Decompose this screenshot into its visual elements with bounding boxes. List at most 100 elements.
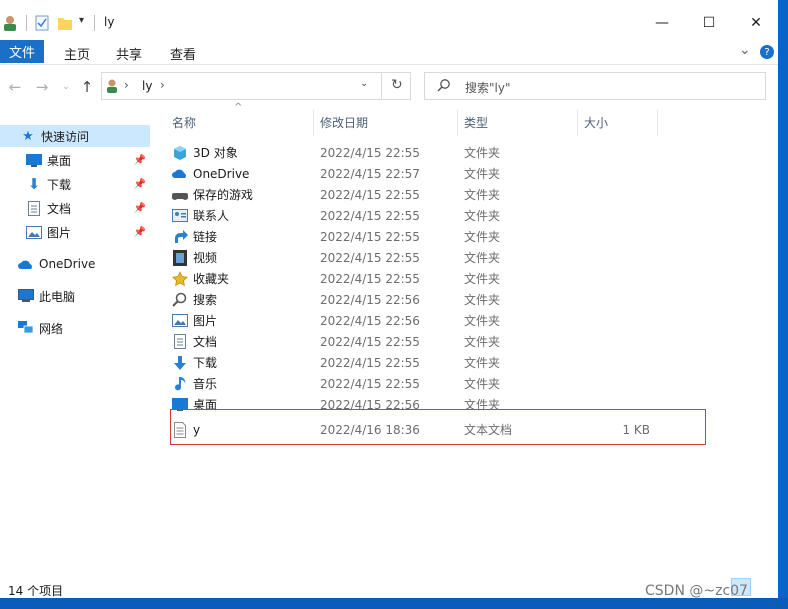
tab-home[interactable]: 主页 — [64, 44, 90, 63]
separator — [26, 15, 27, 31]
file-name-cell: 音乐 — [172, 373, 217, 394]
column-divider[interactable] — [657, 110, 658, 136]
file-row[interactable]: 音乐 2022/4/15 22:55 文件夹 — [166, 373, 706, 394]
sidebar-item-quick-access[interactable]: ★ 快速访问 — [0, 125, 150, 147]
tab-share[interactable]: 共享 — [116, 44, 142, 63]
sidebar-item-onedrive[interactable]: OneDrive — [0, 253, 150, 275]
file-tab[interactable]: 文件 — [0, 40, 44, 63]
help-icon[interactable]: ? — [760, 45, 774, 59]
file-name: 文档 — [193, 335, 218, 349]
file-size — [586, 226, 650, 247]
download-icon — [172, 355, 188, 371]
file-date: 2022/4/15 22:56 — [320, 313, 420, 328]
file-name: 保存的游戏 — [193, 188, 254, 202]
file-row[interactable]: 搜索 2022/4/15 22:56 文件夹 — [166, 289, 706, 310]
file-row[interactable]: 收藏夹 2022/4/15 22:55 文件夹 — [166, 268, 706, 289]
file-size — [586, 142, 650, 163]
column-header-date[interactable]: 修改日期 — [320, 110, 368, 134]
properties-icon[interactable] — [35, 15, 49, 34]
file-name: 收藏夹 — [193, 272, 230, 286]
file-name-cell: 链接 — [172, 226, 217, 247]
file-type: 文件夹 — [464, 356, 501, 370]
item-count: 14 个项目 — [8, 584, 64, 598]
document-icon — [172, 334, 188, 350]
sidebar-item-network[interactable]: 网络 — [0, 317, 150, 339]
address-dropdown-icon[interactable]: ⌄ — [360, 78, 368, 89]
back-icon[interactable]: ← — [4, 76, 26, 98]
customize-toolbar-icon[interactable]: ▾ — [79, 15, 84, 26]
close-button[interactable]: ✕ — [734, 10, 778, 36]
file-type: 文件夹 — [464, 251, 501, 265]
column-header-size[interactable]: 大小 — [584, 110, 608, 134]
file-row[interactable]: OneDrive 2022/4/15 22:57 文件夹 — [166, 163, 706, 184]
file-row[interactable]: 图片 2022/4/15 22:56 文件夹 — [166, 310, 706, 331]
file-type: 文件夹 — [464, 272, 501, 286]
breadcrumb-ly[interactable]: ly — [142, 79, 152, 93]
large-icons-view-button[interactable] — [753, 578, 773, 596]
new-folder-icon[interactable] — [57, 15, 73, 34]
pin-icon[interactable]: 📌 — [134, 179, 146, 190]
favorites-icon — [172, 270, 188, 287]
pictures-icon — [26, 224, 42, 240]
breadcrumb-separator[interactable]: › — [124, 78, 129, 92]
column-divider[interactable] — [457, 110, 458, 136]
watermark: CSDN @~zc07 — [645, 583, 748, 599]
column-divider[interactable] — [313, 110, 314, 136]
sidebar-item-label: 文档 — [47, 201, 72, 216]
maximize-button[interactable]: ☐ — [687, 10, 731, 36]
sidebar-item-pictures[interactable]: 图片 📌 — [0, 221, 150, 243]
file-date: 2022/4/15 22:55 — [320, 229, 420, 244]
file-name: 音乐 — [193, 377, 218, 391]
file-row[interactable]: 联系人 2022/4/15 22:55 文件夹 — [166, 205, 706, 226]
pin-icon[interactable]: 📌 — [134, 227, 146, 238]
forward-icon[interactable]: → — [31, 76, 53, 98]
file-size — [586, 310, 650, 331]
file-name: OneDrive — [193, 166, 250, 181]
pin-icon[interactable]: 📌 — [134, 155, 146, 166]
file-name-cell: 下载 — [172, 352, 217, 373]
tab-view[interactable]: 查看 — [170, 44, 196, 63]
sort-ascending-icon: ^ — [234, 102, 243, 113]
file-type: 文件夹 — [464, 293, 501, 307]
ribbon-expand-icon[interactable]: ⌄ — [739, 42, 751, 58]
sidebar-item-desktop[interactable]: 桌面 📌 — [0, 149, 150, 171]
pin-icon[interactable]: 📌 — [134, 203, 146, 214]
file-row[interactable]: 3D 对象 2022/4/15 22:55 文件夹 — [166, 142, 706, 163]
sidebar-item-documents[interactable]: 文档 📌 — [0, 197, 150, 219]
taskbar-edge — [0, 598, 788, 609]
breadcrumb-separator[interactable]: › — [160, 78, 165, 92]
address-bar[interactable]: › ly › ⌄ ↻ — [101, 72, 411, 100]
desktop-icon — [26, 152, 42, 168]
file-size — [586, 163, 650, 184]
file-date: 2022/4/15 22:55 — [320, 376, 420, 391]
file-size — [586, 268, 650, 289]
sidebar-item-downloads[interactable]: ⬇ 下载 📌 — [0, 173, 150, 195]
contacts-icon — [172, 208, 188, 224]
sidebar-item-this-pc[interactable]: 此电脑 — [0, 285, 150, 307]
file-date: 2022/4/15 22:56 — [320, 292, 420, 307]
file-row[interactable]: 视频 2022/4/15 22:55 文件夹 — [166, 247, 706, 268]
window-title: ly — [104, 15, 115, 29]
column-header-type[interactable]: 类型 — [464, 110, 488, 134]
recent-locations-icon[interactable]: ⌄ — [55, 76, 77, 98]
column-header-name[interactable]: 名称 — [172, 110, 196, 134]
search-input[interactable]: 搜索"ly" — [465, 79, 510, 96]
up-icon[interactable]: ↑ — [76, 76, 98, 98]
file-row[interactable]: 下载 2022/4/15 22:55 文件夹 — [166, 352, 706, 373]
sidebar-item-label: OneDrive — [39, 257, 96, 271]
search-box[interactable]: 搜索"ly" — [424, 72, 766, 100]
file-row[interactable]: 链接 2022/4/15 22:55 文件夹 — [166, 226, 706, 247]
file-size — [586, 184, 650, 205]
file-row[interactable]: 文档 2022/4/15 22:55 文件夹 — [166, 331, 706, 352]
minimize-button[interactable]: — — [640, 10, 684, 36]
column-divider[interactable] — [577, 110, 578, 136]
sidebar-item-label: 图片 — [47, 225, 72, 240]
refresh-icon[interactable]: ↻ — [391, 77, 403, 93]
file-date: 2022/4/15 22:55 — [320, 187, 420, 202]
file-row[interactable]: 保存的游戏 2022/4/15 22:55 文件夹 — [166, 184, 706, 205]
file-date: 2022/4/15 22:55 — [320, 145, 420, 160]
file-name-cell: 收藏夹 — [172, 268, 229, 289]
file-type: 文件夹 — [464, 314, 501, 328]
onedrive-icon — [172, 166, 188, 182]
file-name-cell: 搜索 — [172, 289, 217, 310]
